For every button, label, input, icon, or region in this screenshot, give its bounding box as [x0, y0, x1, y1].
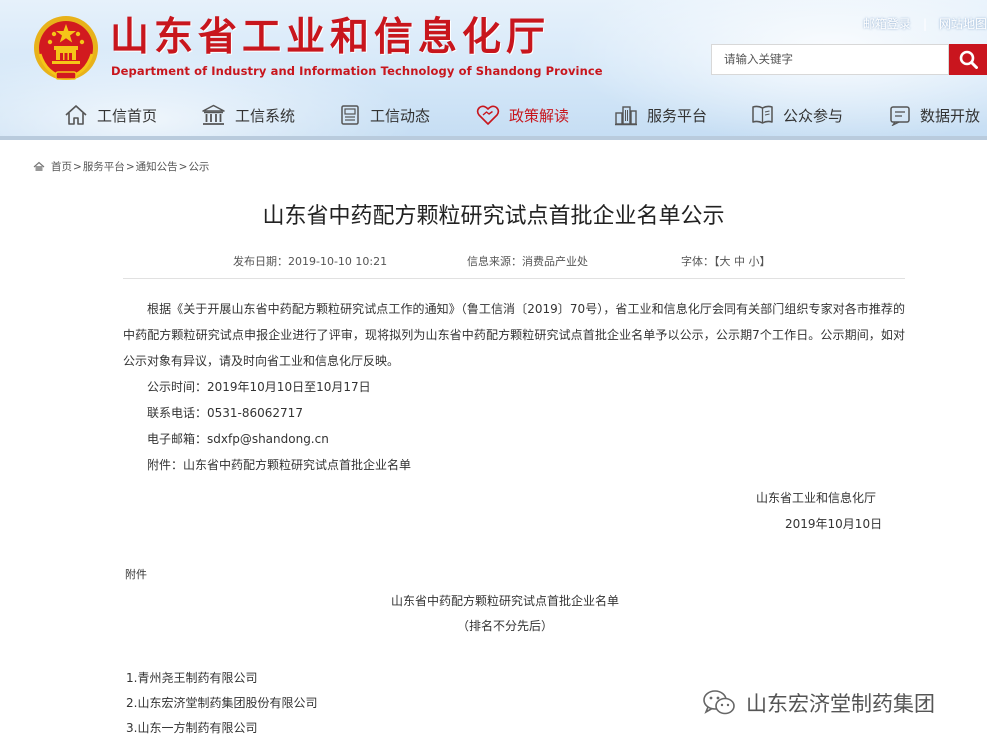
- top-links: 邮箱登录 | 网站地图: [863, 15, 987, 32]
- home-icon: [65, 105, 87, 125]
- signature-org: 山东省工业和信息化厅: [756, 491, 877, 505]
- list-item: 1.青州尧王制药有限公司: [126, 671, 258, 685]
- nav-item-home[interactable]: 工信首页: [64, 98, 157, 132]
- nav-label: 工信动态: [370, 106, 431, 125]
- header-divider: [0, 136, 987, 140]
- breadcrumb-separator: >: [73, 160, 82, 173]
- breadcrumb-separator: >: [125, 160, 135, 173]
- top-link-separator: |: [922, 16, 927, 31]
- attachment-label: 附件: [125, 568, 147, 581]
- list-item: 2.山东宏济堂制药集团股份有限公司: [126, 696, 318, 710]
- font-size-label: 字体：: [681, 255, 714, 268]
- building-icon: [202, 104, 225, 125]
- breadcrumb-home[interactable]: 首页: [51, 159, 72, 174]
- breadcrumb-public[interactable]: 公示: [188, 159, 209, 174]
- mail-login-link[interactable]: 邮箱登录: [863, 15, 911, 32]
- site-title: 山东省工业和信息化厅: [110, 14, 551, 60]
- breadcrumb-service[interactable]: 服务平台: [83, 159, 125, 174]
- book-icon: [752, 105, 773, 124]
- search-button[interactable]: [949, 44, 987, 75]
- nav-label: 工信首页: [97, 106, 158, 125]
- wechat-watermark: 山东宏济堂制药集团: [702, 688, 935, 718]
- contact-email[interactable]: 电子邮箱：sdxfp@shandong.cn: [147, 430, 329, 447]
- contact-phone: 联系电话：0531-86062717: [147, 406, 303, 420]
- attachment-link[interactable]: 附件：山东省中药配方颗粒研究试点首批企业名单: [147, 456, 411, 473]
- watermark-text: 山东宏济堂制药集团: [746, 692, 935, 716]
- nav-item-participation[interactable]: 公众参与: [751, 98, 843, 132]
- city-icon: [615, 106, 637, 126]
- attachment-note: （排名不分先后）: [456, 619, 553, 633]
- site-header: 山东省工业和信息化厅 Department of Industry and In…: [0, 0, 987, 140]
- site-subtitle: Department of Industry and Information T…: [111, 64, 603, 78]
- heart-handshake-icon: [476, 105, 500, 125]
- font-size-control: 字体：【大 中 小】: [681, 253, 771, 269]
- site-map-link[interactable]: 网站地图: [939, 15, 987, 32]
- search-input[interactable]: 请输入关键字: [711, 44, 949, 75]
- national-emblem-icon: [34, 16, 98, 80]
- signature-date: 2019年10月10日: [785, 517, 883, 531]
- nav-item-news[interactable]: 工信动态: [339, 98, 430, 132]
- nav-item-open-data[interactable]: 数据开放: [889, 98, 980, 132]
- nav-label: 政策解读: [509, 106, 570, 125]
- breadcrumb: 首页 > 服务平台 > 通知公告 > 公示: [33, 159, 209, 174]
- nav-label: 工信系统: [235, 106, 296, 125]
- main-nav: 工信首页 工信系统 工信动态 政策解读 服务平台 公众参与 数据开放: [0, 98, 987, 132]
- breadcrumb-notices[interactable]: 通知公告: [136, 159, 178, 174]
- article-title: 山东省中药配方颗粒研究试点首批企业名单公示: [262, 204, 725, 229]
- article-body: 根据《关于开展山东省中药配方颗粒研究试点工作的通知》（鲁工信消〔2019〕70号…: [123, 302, 905, 368]
- data-icon: [890, 106, 910, 126]
- article-divider: [123, 278, 905, 279]
- nav-label: 公众参与: [783, 106, 844, 125]
- breadcrumb-separator: >: [178, 160, 188, 173]
- nav-item-service[interactable]: 服务平台: [614, 98, 707, 132]
- nav-item-policy[interactable]: 政策解读: [476, 98, 569, 132]
- font-size-small[interactable]: 小】: [749, 255, 771, 268]
- nav-item-system[interactable]: 工信系统: [201, 98, 295, 132]
- search-icon: [959, 50, 978, 69]
- document-icon: [341, 105, 359, 125]
- publish-date: 发布日期：2019-10-10 10:21: [233, 255, 388, 268]
- font-size-large[interactable]: 【大: [714, 255, 731, 268]
- nav-label: 数据开放: [920, 106, 981, 125]
- nav-label: 服务平台: [647, 106, 708, 125]
- wechat-icon: [703, 690, 735, 715]
- list-item: 3.山东一方制药有限公司: [126, 721, 258, 735]
- attachment-title: 山东省中药配方颗粒研究试点首批企业名单: [390, 594, 619, 608]
- home-icon: [33, 161, 45, 171]
- info-source: 信息来源：消费品产业处: [467, 255, 588, 268]
- font-size-medium[interactable]: 中: [734, 255, 745, 268]
- notice-period: 公示时间：2019年10月10日至10月17日: [147, 380, 371, 394]
